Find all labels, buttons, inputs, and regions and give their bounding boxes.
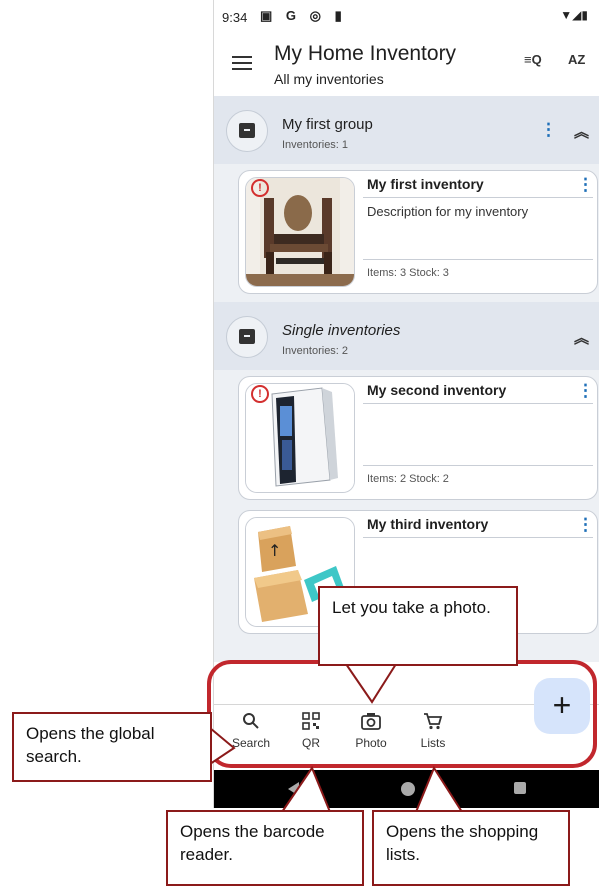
callout-lists: Opens the shopping lists. [372, 810, 570, 886]
callout-search: Opens the global search. [12, 712, 212, 782]
callout-barcode: Opens the barcode reader. [166, 810, 364, 886]
callout-photo: Let you take a photo. [318, 586, 518, 666]
warning-icon: ! [251, 385, 269, 403]
warning-icon: ! [251, 179, 269, 197]
